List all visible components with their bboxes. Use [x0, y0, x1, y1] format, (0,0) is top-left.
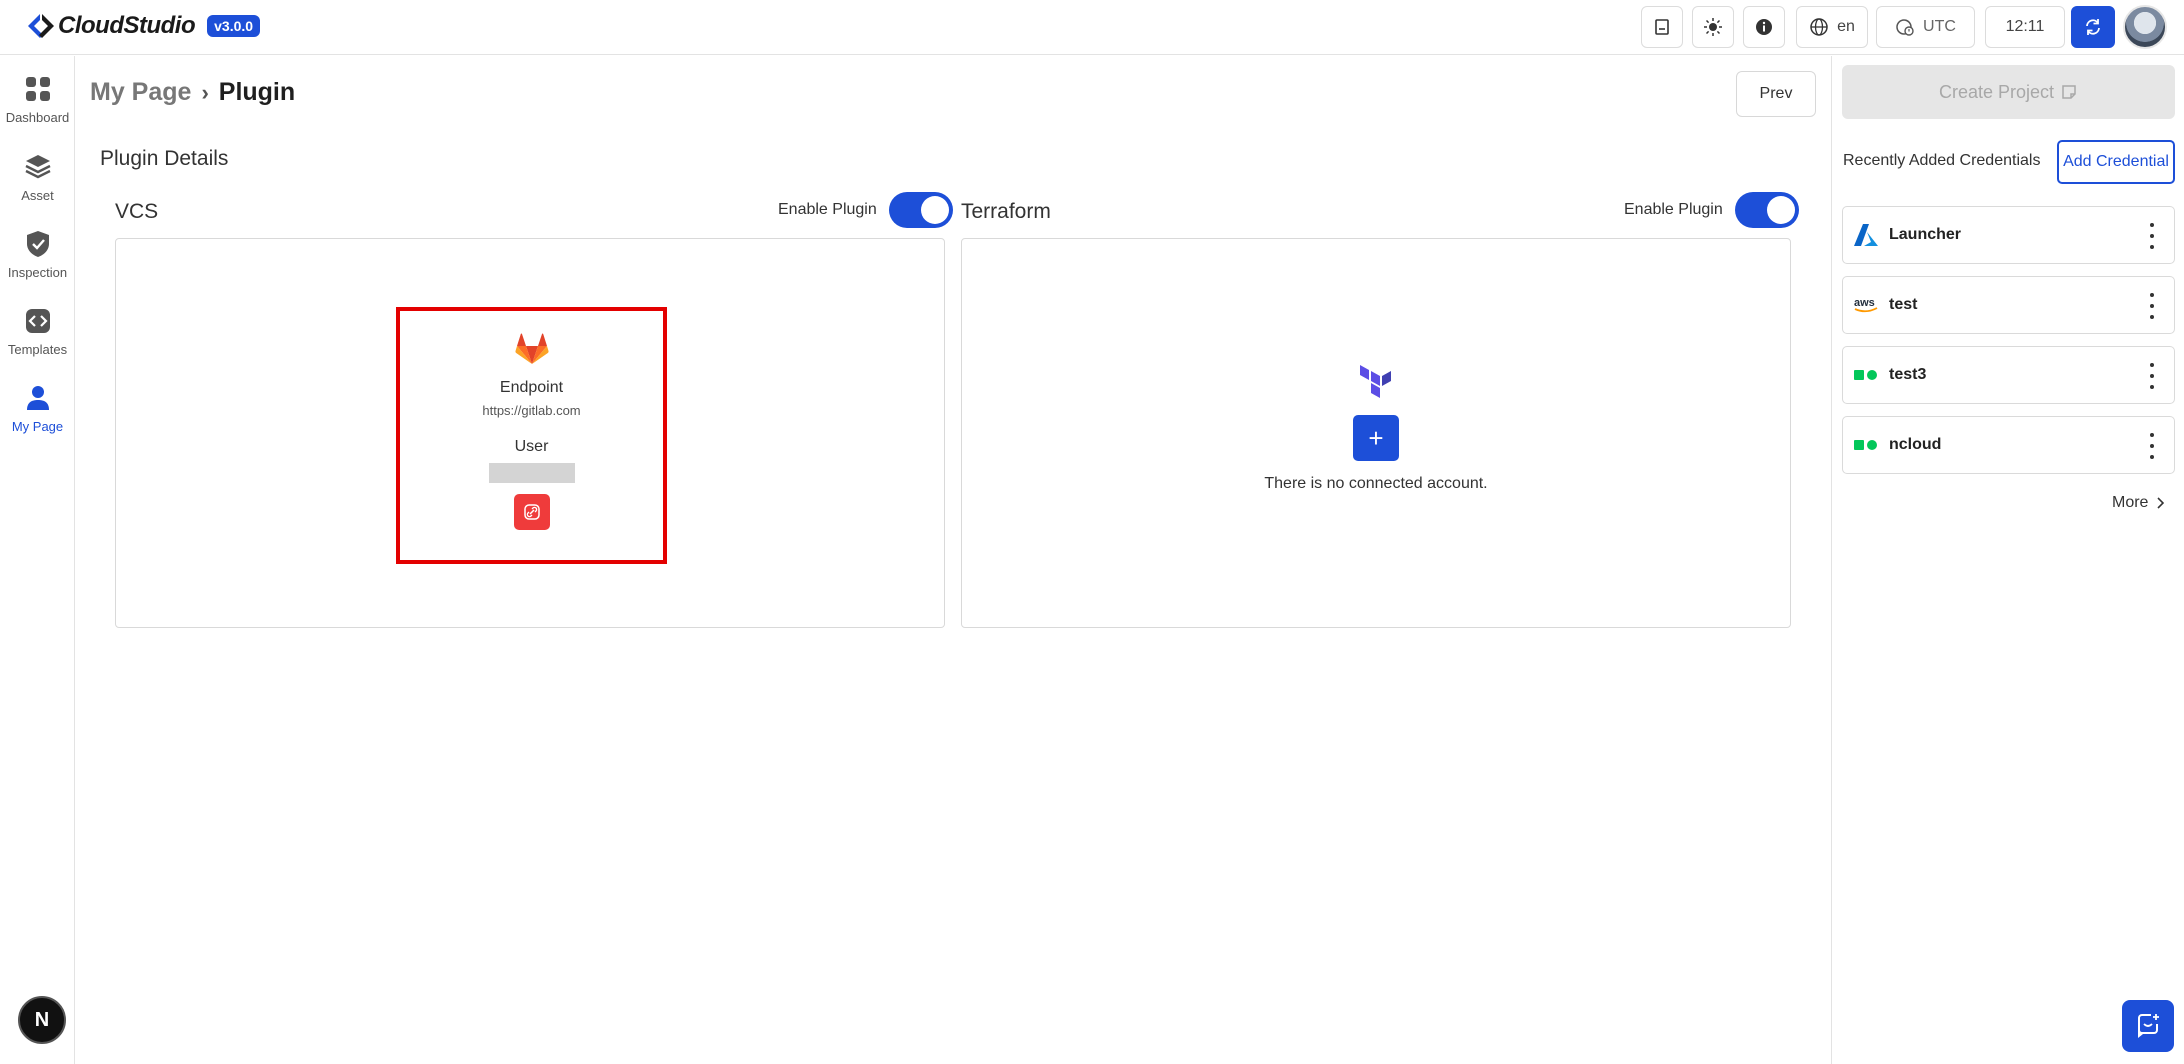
sidebar-item-my-page[interactable]: My Page — [0, 383, 75, 453]
more-vertical-icon[interactable] — [2148, 363, 2156, 389]
unlink-icon — [523, 504, 540, 520]
globe-icon — [1810, 18, 1828, 36]
endpoint-value: https://gitlab.com — [482, 403, 581, 418]
unlink-button[interactable] — [513, 494, 550, 530]
more-vertical-icon[interactable] — [2148, 293, 2156, 319]
terraform-title: Terraform — [961, 200, 1051, 223]
sidebar-item-inspection[interactable]: Inspection — [0, 229, 75, 299]
code-icon — [25, 309, 50, 333]
terraform-enable-toggle[interactable] — [1734, 192, 1799, 228]
aws-icon: aws — [1853, 292, 1879, 318]
next-dev-badge[interactable]: N — [18, 996, 66, 1044]
chevron-right-icon — [2157, 497, 2165, 509]
credential-item[interactable]: Launcher — [1842, 206, 2175, 264]
chat-icon — [2138, 1014, 2159, 1038]
terraform-header: Terraform — [961, 195, 1051, 229]
user-avatar[interactable] — [2123, 5, 2167, 49]
create-project-button[interactable]: Create Project — [1842, 65, 2175, 119]
section-title: Plugin Details — [100, 147, 229, 170]
sidebar-item-label: My Page — [11, 419, 64, 434]
shield-check-icon — [26, 231, 49, 257]
credential-name: ncloud — [1889, 436, 1942, 453]
timezone-globe-icon — [1896, 19, 1914, 36]
timezone-select[interactable]: UTC — [1876, 6, 1975, 48]
more-label: More — [2112, 494, 2149, 511]
prev-button[interactable]: Prev — [1736, 71, 1816, 117]
terraform-enable-control: Enable Plugin — [1624, 192, 1799, 228]
top-bar: CloudStudio v3.0.0 en UTC 12:11 — [0, 0, 2184, 55]
page-title: Plugin — [218, 78, 296, 106]
add-account-button[interactable]: + — [1353, 415, 1399, 461]
sidebar-item-label: Asset — [21, 188, 54, 203]
timezone-value: UTC — [1923, 18, 1956, 35]
cloudstudio-logo-icon — [28, 14, 54, 38]
layers-icon — [24, 155, 51, 179]
vcs-title: VCS — [115, 200, 159, 223]
refresh-icon — [2086, 19, 2100, 35]
endpoint-label: Endpoint — [499, 379, 564, 396]
credential-name: test — [1889, 296, 1918, 313]
clock-value: 12:11 — [2005, 18, 2045, 35]
user-label: User — [514, 438, 549, 455]
credential-item[interactable]: aws test — [1842, 276, 2175, 334]
refresh-button[interactable] — [2071, 6, 2115, 48]
sidebar-item-label: Templates — [7, 342, 68, 357]
vcs-enable-label: Enable Plugin — [778, 201, 877, 218]
user-icon — [26, 386, 49, 410]
sidebar-item-label: Dashboard — [5, 110, 70, 125]
create-project-label: Create Project — [1938, 81, 2055, 102]
docs-button[interactable] — [1641, 6, 1683, 48]
user-value-redacted — [488, 463, 575, 483]
more-vertical-icon[interactable] — [2148, 433, 2156, 459]
credential-item[interactable]: test3 — [1842, 346, 2175, 404]
language-select[interactable]: en — [1796, 6, 1868, 48]
app-logo[interactable]: CloudStudio v3.0.0 — [26, 12, 261, 40]
vcs-header: VCS — [115, 195, 158, 229]
left-sidebar: Dashboard Asset Inspection Templates My … — [0, 56, 75, 1064]
document-icon — [1655, 19, 1669, 35]
ncloud-icon — [1853, 432, 1879, 458]
vcs-enable-toggle[interactable] — [888, 192, 953, 228]
info-button[interactable] — [1743, 6, 1785, 48]
sun-icon — [1704, 18, 1722, 36]
gitlab-icon — [514, 333, 549, 364]
breadcrumb-parent[interactable]: My Page — [90, 78, 191, 107]
terraform-empty-state: + There is no connected account. — [1261, 365, 1491, 493]
empty-message: There is no connected account. — [1264, 475, 1488, 492]
sidebar-item-asset[interactable]: Asset — [0, 152, 75, 222]
vcs-enable-control: Enable Plugin — [778, 192, 953, 228]
credential-name: test3 — [1889, 366, 1927, 383]
vcs-account-card: Endpoint https://gitlab.com User — [400, 311, 663, 560]
theme-toggle-button[interactable] — [1692, 6, 1734, 48]
right-panel: Create Project Recently Added Credential… — [1831, 56, 2184, 1064]
app-name: CloudStudio — [58, 12, 196, 39]
breadcrumb: My Page › Plugin — [90, 78, 295, 107]
sidebar-item-templates[interactable]: Templates — [0, 306, 75, 376]
sidebar-item-dashboard[interactable]: Dashboard — [0, 74, 75, 144]
version-badge: v3.0.0 — [207, 15, 261, 37]
recent-credentials-title: Recently Added Credentials — [1843, 152, 2041, 169]
info-icon — [1756, 19, 1772, 35]
terraform-icon — [1360, 365, 1391, 398]
grid-icon — [25, 77, 50, 101]
chevron-right-icon: › — [201, 79, 209, 105]
ncloud-icon — [1853, 362, 1879, 388]
clock-display: 12:11 — [1985, 6, 2065, 48]
note-add-icon — [2062, 85, 2076, 99]
credential-item[interactable]: ncloud — [1842, 416, 2175, 474]
more-vertical-icon[interactable] — [2148, 223, 2156, 249]
terraform-enable-label: Enable Plugin — [1624, 201, 1723, 218]
svg-text:aws: aws — [1854, 297, 1875, 309]
azure-icon — [1853, 222, 1879, 248]
add-credential-button[interactable]: Add Credential — [2057, 140, 2175, 184]
language-value: en — [1837, 18, 1855, 35]
sidebar-item-label: Inspection — [7, 265, 68, 280]
chat-button[interactable] — [2122, 1000, 2174, 1052]
credential-name: Launcher — [1889, 226, 1962, 243]
more-link[interactable]: More — [2112, 494, 2165, 512]
